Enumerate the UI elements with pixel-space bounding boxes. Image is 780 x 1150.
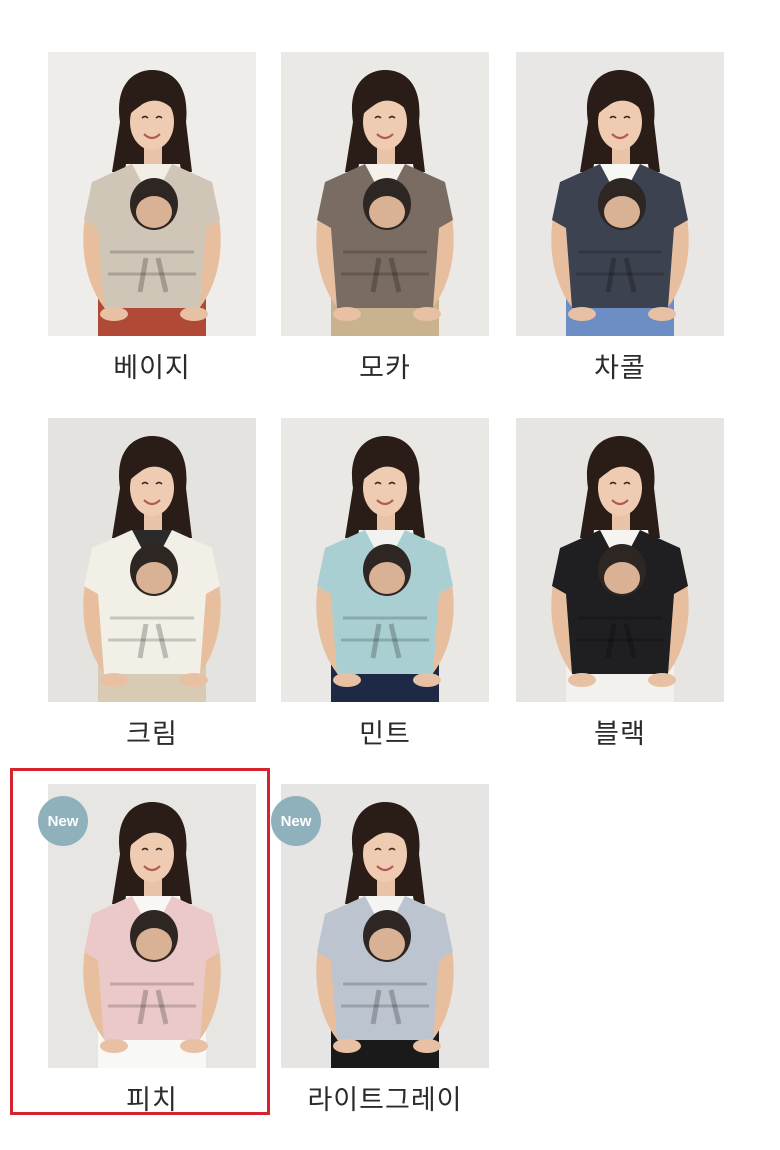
color-label: 베이지	[113, 353, 191, 384]
baby-foot	[180, 307, 208, 321]
baby-face	[369, 196, 405, 228]
color-label: 크림	[126, 719, 178, 750]
baby-foot	[333, 1039, 361, 1053]
baby-face	[136, 562, 172, 594]
color-label: 피치	[126, 1085, 178, 1116]
photo-illustration	[516, 418, 724, 702]
baby-foot	[180, 1039, 208, 1053]
baby-face	[369, 562, 405, 594]
baby-face	[136, 196, 172, 228]
baby-foot	[648, 673, 676, 687]
color-options-grid: 베이지 모카 차콜 크림 민트 블랙 New 피치 New 라이트그레이	[0, 0, 780, 1150]
color-label: 차콜	[594, 353, 646, 384]
color-option-cream[interactable]: 크림	[48, 418, 256, 751]
photo-illustration	[48, 52, 256, 336]
photo-illustration	[516, 52, 724, 336]
photo-illustration	[281, 418, 489, 702]
photo-illustration	[281, 52, 489, 336]
product-photo	[281, 418, 489, 702]
product-photo	[48, 418, 256, 702]
baby-foot	[333, 673, 361, 687]
baby-foot	[100, 1039, 128, 1053]
baby-face	[604, 562, 640, 594]
color-option-mocha[interactable]: 모카	[281, 52, 489, 385]
product-photo	[281, 52, 489, 336]
baby-face	[604, 196, 640, 228]
baby-foot	[568, 307, 596, 321]
photo-illustration	[48, 418, 256, 702]
baby-foot	[568, 673, 596, 687]
baby-foot	[100, 673, 128, 687]
color-option-peach[interactable]: New 피치	[38, 784, 256, 1117]
baby-foot	[413, 1039, 441, 1053]
color-option-light-gray[interactable]: New 라이트그레이	[271, 784, 489, 1117]
color-label: 모카	[359, 353, 411, 384]
product-photo	[48, 52, 256, 336]
baby-face	[136, 928, 172, 960]
baby-foot	[100, 307, 128, 321]
product-photo	[516, 418, 724, 702]
new-badge: New	[38, 796, 88, 846]
new-badge: New	[271, 796, 321, 846]
product-photo	[516, 52, 724, 336]
baby-foot	[413, 673, 441, 687]
color-label: 민트	[359, 719, 411, 750]
baby-foot	[648, 307, 676, 321]
baby-foot	[180, 673, 208, 687]
color-label: 블랙	[594, 719, 646, 750]
color-option-black[interactable]: 블랙	[516, 418, 724, 751]
baby-face	[369, 928, 405, 960]
color-option-mint[interactable]: 민트	[281, 418, 489, 751]
color-option-beige[interactable]: 베이지	[48, 52, 256, 385]
baby-foot	[333, 307, 361, 321]
color-option-charcoal[interactable]: 차콜	[516, 52, 724, 385]
color-label: 라이트그레이	[307, 1085, 463, 1116]
baby-foot	[413, 307, 441, 321]
